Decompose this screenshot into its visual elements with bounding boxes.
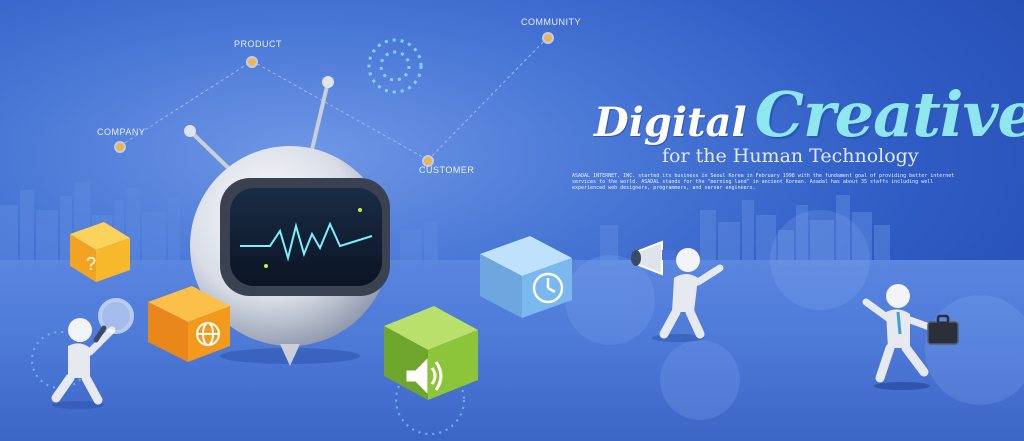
question-icon: ?: [86, 254, 96, 274]
banner: { "network": { "company": "COMPANY", "pr…: [0, 0, 1024, 441]
network-node-company: [114, 141, 126, 153]
figure-with-briefcase: [862, 284, 959, 390]
magnifier-icon: [93, 298, 134, 343]
network-node-community: [542, 32, 554, 44]
cube-speaker: [384, 306, 478, 400]
cube-clock: [480, 236, 572, 318]
network-node-customer: [422, 155, 434, 167]
headline-word-creative: Creative: [754, 78, 1024, 151]
figure-with-magnifier: [51, 298, 134, 409]
headline-subtitle: for the Human Technology: [662, 145, 919, 167]
cube-question: ?: [70, 222, 130, 282]
company-blurb: ASADAL INTERNET, INC. started its busine…: [572, 173, 955, 191]
network-label-company: COMPANY: [97, 127, 146, 137]
headline: Digital Creative: [594, 78, 1024, 151]
figure-with-megaphone: [631, 240, 724, 342]
megaphone-icon: [631, 240, 676, 276]
headline-word-digital: Digital: [594, 99, 747, 146]
network-label-community: COMMUNITY: [521, 17, 581, 27]
briefcase-icon: [927, 314, 959, 345]
cube-globe: [148, 286, 230, 362]
network-label-product: PRODUCT: [234, 39, 282, 49]
network-node-product: [246, 56, 258, 68]
